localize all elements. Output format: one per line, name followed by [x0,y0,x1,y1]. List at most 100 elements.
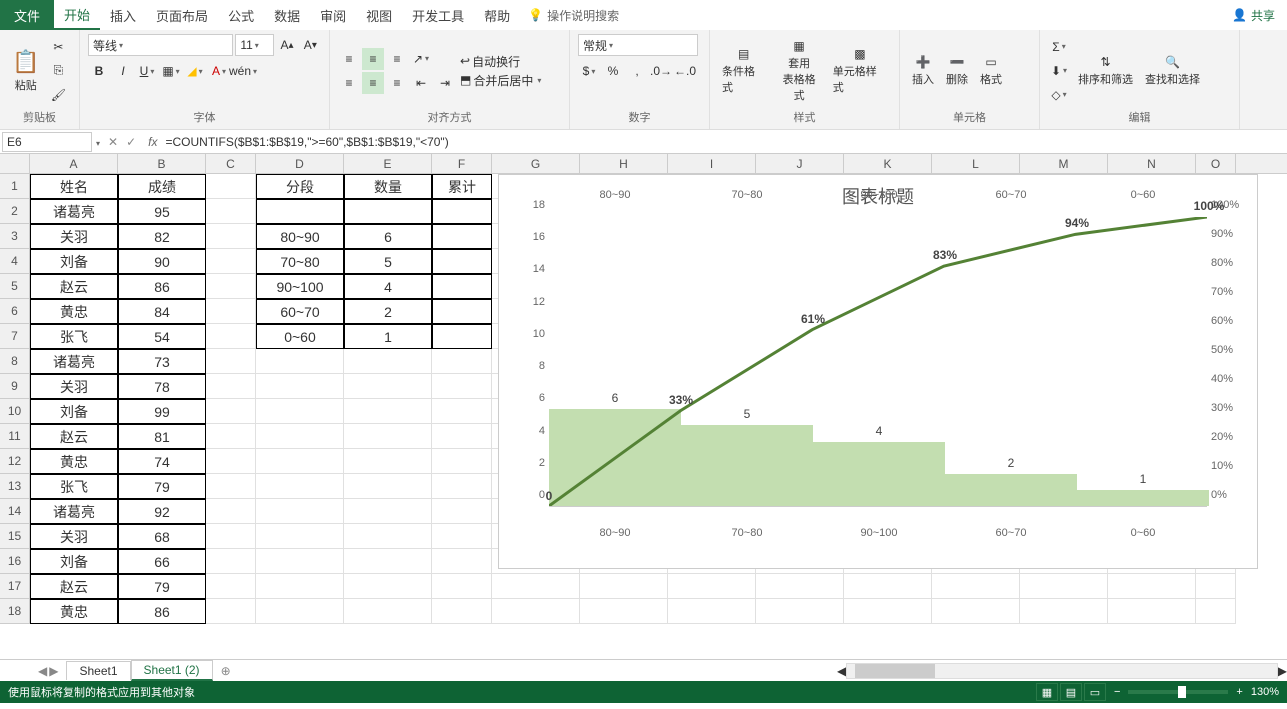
cell[interactable] [344,449,432,474]
zoom-out-button[interactable]: − [1114,686,1120,698]
cond-format-button[interactable]: ▤条件格式 [718,45,769,97]
fill-color-button[interactable]: ◢ [184,60,206,82]
underline-button[interactable]: U [136,60,158,82]
row-header[interactable]: 18 [0,599,30,624]
view-break-button[interactable]: ▭ [1084,683,1106,701]
cell[interactable] [1196,599,1236,624]
indent-inc-button[interactable]: ⇥ [434,72,456,94]
cell[interactable]: 黄忠 [30,599,118,624]
cell[interactable]: 1 [344,324,432,349]
cell[interactable]: 2 [344,299,432,324]
cell[interactable] [432,474,492,499]
tab-view[interactable]: 视图 [356,0,402,30]
row-header[interactable]: 2 [0,199,30,224]
cell[interactable]: 79 [118,474,206,499]
fill-button[interactable]: ⬇ [1048,60,1070,82]
cell[interactable] [432,524,492,549]
cell[interactable] [432,449,492,474]
cell[interactable] [668,574,756,599]
cell[interactable] [932,574,1020,599]
spreadsheet-grid[interactable]: ABCDEFGHIJKLMNO 1姓名成绩分段数量累计2诸葛亮953关羽8280… [0,154,1287,659]
row-header[interactable]: 5 [0,274,30,299]
cell[interactable]: 86 [118,274,206,299]
align-bottom-button[interactable]: ≡ [386,48,408,70]
cell[interactable]: 4 [344,274,432,299]
cell[interactable] [432,399,492,424]
cell[interactable]: 张飞 [30,474,118,499]
cell[interactable] [1108,574,1196,599]
cell[interactable] [206,399,256,424]
cell[interactable]: 5 [344,249,432,274]
cancel-formula-icon[interactable]: ✕ [108,135,118,149]
align-right-button[interactable]: ≡ [386,72,408,94]
zoom-slider[interactable] [1128,690,1228,694]
row-header[interactable]: 7 [0,324,30,349]
horizontal-scrollbar[interactable]: ◀ ▶ [837,663,1287,679]
cell[interactable] [432,349,492,374]
inc-decimal-button[interactable]: .0→ [650,60,672,82]
find-select-button[interactable]: 🔍查找和选择 [1141,53,1204,89]
tab-layout[interactable]: 页面布局 [146,0,218,30]
scroll-right-icon[interactable]: ▶ [1278,664,1287,678]
cell[interactable] [844,574,932,599]
view-normal-button[interactable]: ▦ [1036,683,1058,701]
sheet-tab-2[interactable]: Sheet1 (2) [131,660,213,681]
cell[interactable] [432,224,492,249]
row-header[interactable]: 6 [0,299,30,324]
cell[interactable] [256,374,344,399]
cell[interactable]: 分段 [256,174,344,199]
cell[interactable]: 78 [118,374,206,399]
column-header[interactable]: E [344,154,432,173]
name-box[interactable]: E6 [2,132,92,152]
cell[interactable]: 80~90 [256,224,344,249]
cell[interactable] [344,349,432,374]
scroll-left-icon[interactable]: ◀ [837,664,846,678]
font-name-combo[interactable]: 等线 [88,34,233,56]
cell[interactable]: 刘备 [30,549,118,574]
cell[interactable] [256,524,344,549]
cell[interactable]: 成绩 [118,174,206,199]
row-header[interactable]: 17 [0,574,30,599]
table-format-button[interactable]: ▦套用 表格格式 [773,37,824,105]
tab-formulas[interactable]: 公式 [218,0,264,30]
cell[interactable] [432,374,492,399]
column-header[interactable]: H [580,154,668,173]
cell[interactable]: 66 [118,549,206,574]
cell[interactable] [932,599,1020,624]
cell[interactable] [756,599,844,624]
cell[interactable] [1196,574,1236,599]
cell[interactable] [756,574,844,599]
delete-cells-button[interactable]: ➖删除 [942,53,972,89]
row-header[interactable]: 15 [0,524,30,549]
format-painter-button[interactable]: 🖌 [47,84,69,106]
column-header[interactable]: J [756,154,844,173]
decrease-font-button[interactable]: A▾ [300,34,321,56]
cell[interactable] [344,599,432,624]
cell[interactable]: 刘备 [30,399,118,424]
scrollbar-thumb[interactable] [855,664,935,678]
font-size-combo[interactable]: 11 [235,34,274,56]
tab-dev[interactable]: 开发工具 [402,0,474,30]
cell[interactable]: 关羽 [30,524,118,549]
cell[interactable] [432,274,492,299]
tab-insert[interactable]: 插入 [100,0,146,30]
orientation-button[interactable]: ↗ [410,48,432,70]
cell[interactable]: 累计 [432,174,492,199]
cell[interactable] [206,349,256,374]
percent-button[interactable]: % [602,60,624,82]
tab-help[interactable]: 帮助 [474,0,520,30]
phonetic-button[interactable]: wén [232,60,254,82]
cell[interactable] [344,499,432,524]
comma-button[interactable]: , [626,60,648,82]
cell[interactable]: 82 [118,224,206,249]
cell[interactable] [344,374,432,399]
cell[interactable] [492,574,580,599]
row-header[interactable]: 16 [0,549,30,574]
cell[interactable]: 黄忠 [30,449,118,474]
cell[interactable]: 姓名 [30,174,118,199]
italic-button[interactable]: I [112,60,134,82]
sheet-nav-prev-icon[interactable]: ◀ [38,664,47,678]
align-left-button[interactable]: ≡ [338,72,360,94]
formula-input[interactable]: =COUNTIFS($B$1:$B$19,">=60",$B$1:$B$19,"… [161,135,1287,149]
cell[interactable] [206,199,256,224]
